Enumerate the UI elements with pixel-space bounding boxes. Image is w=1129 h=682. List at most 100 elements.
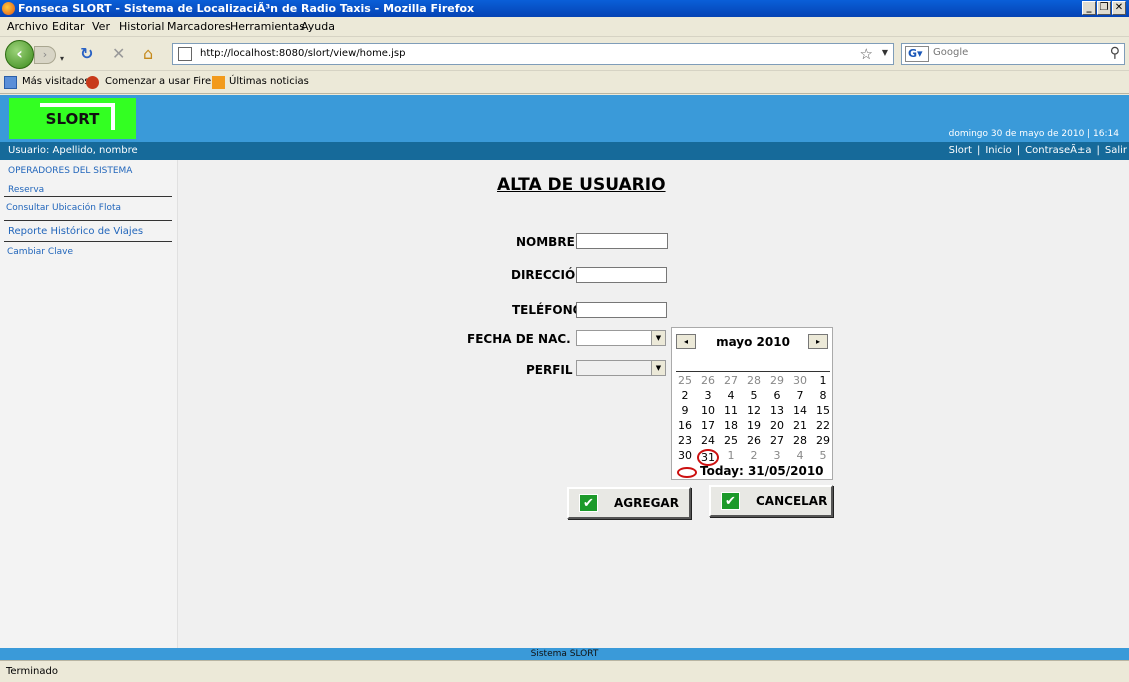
calendar-day[interactable]: 10: [697, 404, 719, 417]
sidebar-item-consultar-flota[interactable]: Consultar Ubicación Flota: [6, 203, 121, 213]
check-icon: ✔: [721, 492, 740, 510]
calendar-day[interactable]: 5: [812, 449, 834, 462]
agregar-button[interactable]: ✔ AGREGAR: [567, 487, 691, 519]
calendar-day[interactable]: 26: [697, 374, 719, 387]
calendar-day[interactable]: 6: [766, 389, 788, 402]
next-month-button[interactable]: ▸: [808, 334, 828, 349]
calendar-day[interactable]: 4: [720, 389, 742, 402]
calendar-day[interactable]: 8: [812, 389, 834, 402]
sidebar-divider: [4, 241, 172, 242]
direccion-field[interactable]: [576, 267, 667, 283]
calendar-day[interactable]: 27: [720, 374, 742, 387]
sidebar: OPERADORES DEL SISTEMA Reserva Consultar…: [0, 160, 178, 660]
calendar-day[interactable]: 12: [743, 404, 765, 417]
reload-icon[interactable]: ↻: [80, 46, 93, 62]
cancelar-label: CANCELAR: [756, 494, 828, 508]
cancelar-button[interactable]: ✔ CANCELAR: [709, 485, 833, 517]
calendar-day[interactable]: 3: [697, 389, 719, 402]
calendar-day[interactable]: 14: [789, 404, 811, 417]
link-slort[interactable]: Slort: [949, 145, 972, 156]
fecha-nac-select[interactable]: ▼: [576, 330, 666, 346]
chevron-down-icon[interactable]: ▼: [651, 361, 665, 375]
calendar-day[interactable]: 27: [766, 434, 788, 447]
calendar-day[interactable]: 25: [720, 434, 742, 447]
menu-bar: Archivo Editar Ver Historial Marcadores …: [0, 17, 1129, 37]
menu-editar[interactable]: Editar: [52, 20, 85, 33]
menu-archivo[interactable]: Archivo: [7, 20, 48, 33]
nombre-field[interactable]: [576, 233, 668, 249]
calendar-day[interactable]: 29: [766, 374, 788, 387]
close-button[interactable]: ✕: [1112, 1, 1126, 15]
label-perfil: PERFIL: [526, 363, 573, 377]
calendar-day[interactable]: 22: [812, 419, 834, 432]
label-fecha-nac: FECHA DE NAC.: [467, 332, 571, 346]
calendar-day[interactable]: 4: [789, 449, 811, 462]
calendar-day[interactable]: 29: [812, 434, 834, 447]
address-bar[interactable]: http://localhost:8080/slort/view/home.js…: [172, 43, 894, 65]
site-header: SLORT domingo 30 de mayo de 2010 | 16:14: [0, 95, 1129, 142]
menu-herramientas[interactable]: Herramientas: [230, 20, 305, 33]
calendar-day[interactable]: 11: [720, 404, 742, 417]
calendar-day[interactable]: 19: [743, 419, 765, 432]
today-marker-icon: [677, 467, 697, 478]
forward-arrow-icon[interactable]: ›: [34, 46, 56, 64]
calendar-day[interactable]: 16: [674, 419, 696, 432]
link-contrasena[interactable]: ContraseÃ±a: [1025, 145, 1091, 156]
bookmark-ultimas-noticias[interactable]: Últimas noticias: [229, 76, 309, 87]
menu-ver[interactable]: Ver: [92, 20, 110, 33]
history-dropdown-icon[interactable]: ▾: [60, 51, 64, 67]
calendar-day[interactable]: 2: [674, 389, 696, 402]
calendar-day[interactable]: 17: [697, 419, 719, 432]
back-arrow-icon[interactable]: ‹: [5, 40, 34, 69]
link-salir[interactable]: Salir: [1105, 145, 1127, 156]
search-box[interactable]: G▾ ⚲: [901, 43, 1125, 65]
calendar-day[interactable]: 1: [812, 374, 834, 387]
calendar-day[interactable]: 20: [766, 419, 788, 432]
perfil-select[interactable]: ▼: [576, 360, 666, 376]
sidebar-item-cambiar-clave[interactable]: Cambiar Clave: [7, 247, 73, 257]
sidebar-item-reporte[interactable]: Reporte Histórico de Viajes: [8, 226, 143, 237]
bookmark-mas-visitados[interactable]: Más visitados: [22, 76, 90, 87]
calendar-day[interactable]: 25: [674, 374, 696, 387]
calendar-day[interactable]: 7: [789, 389, 811, 402]
minimize-button[interactable]: _: [1082, 1, 1096, 15]
calendar-day[interactable]: 3: [766, 449, 788, 462]
bookmark-star-icon[interactable]: ☆: [860, 45, 873, 63]
sidebar-item-reserva[interactable]: Reserva: [8, 185, 44, 195]
url-dropdown-icon[interactable]: ▼: [882, 48, 888, 57]
user-links: Slort | Inicio | ContraseÃ±a | Salir: [948, 145, 1127, 156]
calendar-day[interactable]: 1: [720, 449, 742, 462]
stop-icon[interactable]: ✕: [112, 46, 125, 62]
calendar-day[interactable]: 2: [743, 449, 765, 462]
menu-ayuda[interactable]: Ayuda: [301, 20, 335, 33]
calendar-today-link[interactable]: Today: 31/05/2010: [700, 464, 824, 478]
calendar-day[interactable]: 28: [789, 434, 811, 447]
link-inicio[interactable]: Inicio: [985, 145, 1011, 156]
calendar-day[interactable]: 30: [789, 374, 811, 387]
calendar-day[interactable]: 24: [697, 434, 719, 447]
calendar-day[interactable]: 21: [789, 419, 811, 432]
calendar-day[interactable]: 13: [766, 404, 788, 417]
telefono-field[interactable]: [576, 302, 667, 318]
prev-month-button[interactable]: ◂: [676, 334, 696, 349]
address-url[interactable]: http://localhost:8080/slort/view/home.js…: [200, 48, 405, 59]
search-engine-icon[interactable]: G▾: [905, 46, 929, 62]
menu-historial[interactable]: Historial: [119, 20, 164, 33]
chevron-down-icon[interactable]: ▼: [651, 331, 665, 345]
status-text: Terminado: [6, 666, 58, 677]
calendar-day[interactable]: 26: [743, 434, 765, 447]
calendar-day[interactable]: 5: [743, 389, 765, 402]
maximize-button[interactable]: ❐: [1097, 1, 1111, 15]
calendar-day[interactable]: 23: [674, 434, 696, 447]
search-icon[interactable]: ⚲: [1110, 45, 1120, 61]
calendar-day[interactable]: 15: [812, 404, 834, 417]
user-bar: Usuario: Apellido, nombre Slort | Inicio | C…: [0, 142, 1129, 160]
calendar-day[interactable]: 28: [743, 374, 765, 387]
bookmark-comenzar[interactable]: Comenzar a usar Fire...: [105, 76, 221, 87]
search-input[interactable]: [933, 47, 1103, 58]
calendar-day[interactable]: 30: [674, 449, 696, 462]
home-icon[interactable]: ⌂: [143, 46, 153, 62]
calendar-day[interactable]: 9: [674, 404, 696, 417]
menu-marcadores[interactable]: Marcadores: [167, 20, 231, 33]
calendar-day[interactable]: 18: [720, 419, 742, 432]
